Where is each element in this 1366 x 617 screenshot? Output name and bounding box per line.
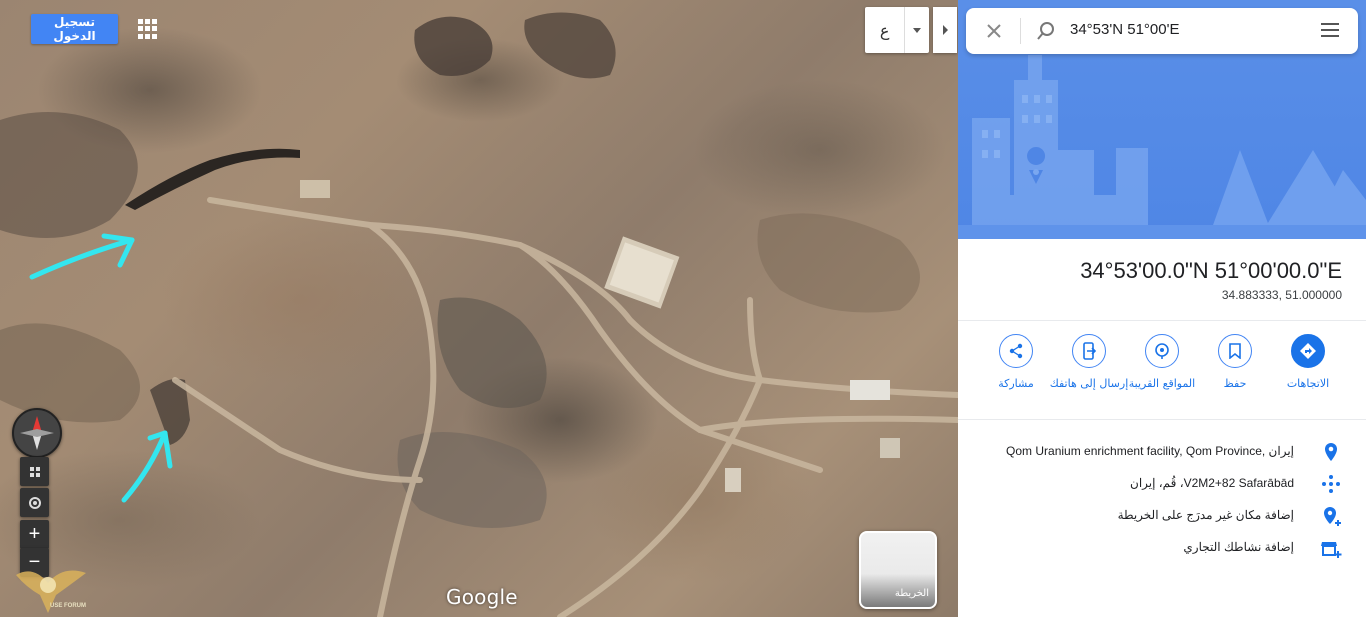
layer-switcher-button[interactable]: الخريطة — [859, 531, 937, 609]
input-language-label[interactable]: ع — [865, 7, 904, 53]
plus-code-icon — [1322, 475, 1340, 493]
save-label: حفظ — [1223, 377, 1247, 390]
save-button[interactable]: حفظ — [1195, 334, 1275, 391]
send-to-phone-icon — [1083, 342, 1097, 360]
location-icon — [28, 496, 41, 509]
satellite-map[interactable]: تسجيل الدخول ع + − USE FORUM Google الخر… — [0, 0, 958, 617]
my-location-button[interactable] — [20, 488, 49, 517]
action-buttons: الاتجاهات حفظ المواقع القريبة إرسال إلى … — [958, 334, 1366, 410]
nearby-icon — [1155, 343, 1169, 359]
directions-button[interactable]: الاتجاهات — [1268, 334, 1348, 391]
collapse-panel-button[interactable] — [933, 7, 957, 53]
directions-icon — [1300, 343, 1316, 359]
share-icon — [1009, 343, 1023, 359]
input-tools-selector[interactable]: ع — [865, 7, 929, 53]
place-side-panel: 34°53'N 51°00'E 34°53'00.0"N 51°00'00.0"… — [958, 0, 1366, 617]
address-row[interactable]: إيران ,Qom Uranium enrichment facility, … — [958, 438, 1366, 466]
chevron-down-icon[interactable] — [904, 7, 929, 53]
nearby-label: المواقع القريبة — [1128, 377, 1196, 390]
close-icon[interactable] — [982, 19, 1006, 43]
bookmark-icon — [1229, 343, 1241, 359]
address-text: إيران ,Qom Uranium enrichment facility, … — [1006, 444, 1294, 458]
hero-illustration: 34°53'N 51°00'E — [958, 0, 1366, 239]
tilt-grid-button[interactable] — [20, 457, 49, 486]
send-to-phone-label: إرسال إلى هاتفك — [1049, 377, 1129, 390]
add-business-row[interactable]: إضافة نشاطك التجاري — [958, 534, 1366, 562]
divider — [958, 419, 1366, 420]
search-input[interactable]: 34°53'N 51°00'E — [1070, 21, 1179, 38]
add-location-icon — [1324, 507, 1341, 526]
watermark-text: USE FORUM — [50, 603, 86, 609]
search-icon[interactable] — [1036, 21, 1056, 41]
location-pin-icon — [1325, 443, 1337, 461]
layer-switcher-label: الخريطة — [894, 588, 929, 599]
decimal-coordinates: 34.883333, 51.000000 — [1221, 288, 1342, 302]
search-box[interactable]: 34°53'N 51°00'E — [966, 8, 1358, 54]
zoom-in-button[interactable]: + — [20, 520, 49, 549]
divider — [958, 320, 1366, 321]
directions-label: الاتجاهات — [1286, 377, 1330, 390]
place-title: 34°53'00.0"N 51°00'00.0"E — [1080, 258, 1342, 283]
add-business-icon — [1321, 542, 1342, 558]
plus-code-text: V2M2+82 Safarābād، قُم، إيران — [1130, 476, 1294, 490]
nearby-button[interactable]: المواقع القريبة — [1122, 334, 1202, 391]
menu-icon[interactable] — [1321, 23, 1339, 37]
add-missing-place-text: إضافة مكان غير مدرَج على الخريطة — [1117, 508, 1294, 522]
send-to-phone-button[interactable]: إرسال إلى هاتفك — [1049, 334, 1129, 391]
sign-in-button[interactable]: تسجيل الدخول — [31, 14, 118, 44]
google-logo: Google — [446, 585, 518, 609]
add-missing-place-row[interactable]: إضافة مكان غير مدرَج على الخريطة — [958, 502, 1366, 530]
share-label: مشاركة — [998, 377, 1034, 390]
compass-icon[interactable] — [12, 408, 62, 458]
terrain-layer — [0, 12, 958, 617]
share-button[interactable]: مشاركة — [976, 334, 1056, 391]
plus-code-row[interactable]: V2M2+82 Safarābād، قُم، إيران — [958, 470, 1366, 498]
apps-grid-icon[interactable] — [138, 19, 158, 39]
search-divider — [1020, 18, 1021, 44]
add-business-text: إضافة نشاطك التجاري — [1183, 540, 1294, 554]
